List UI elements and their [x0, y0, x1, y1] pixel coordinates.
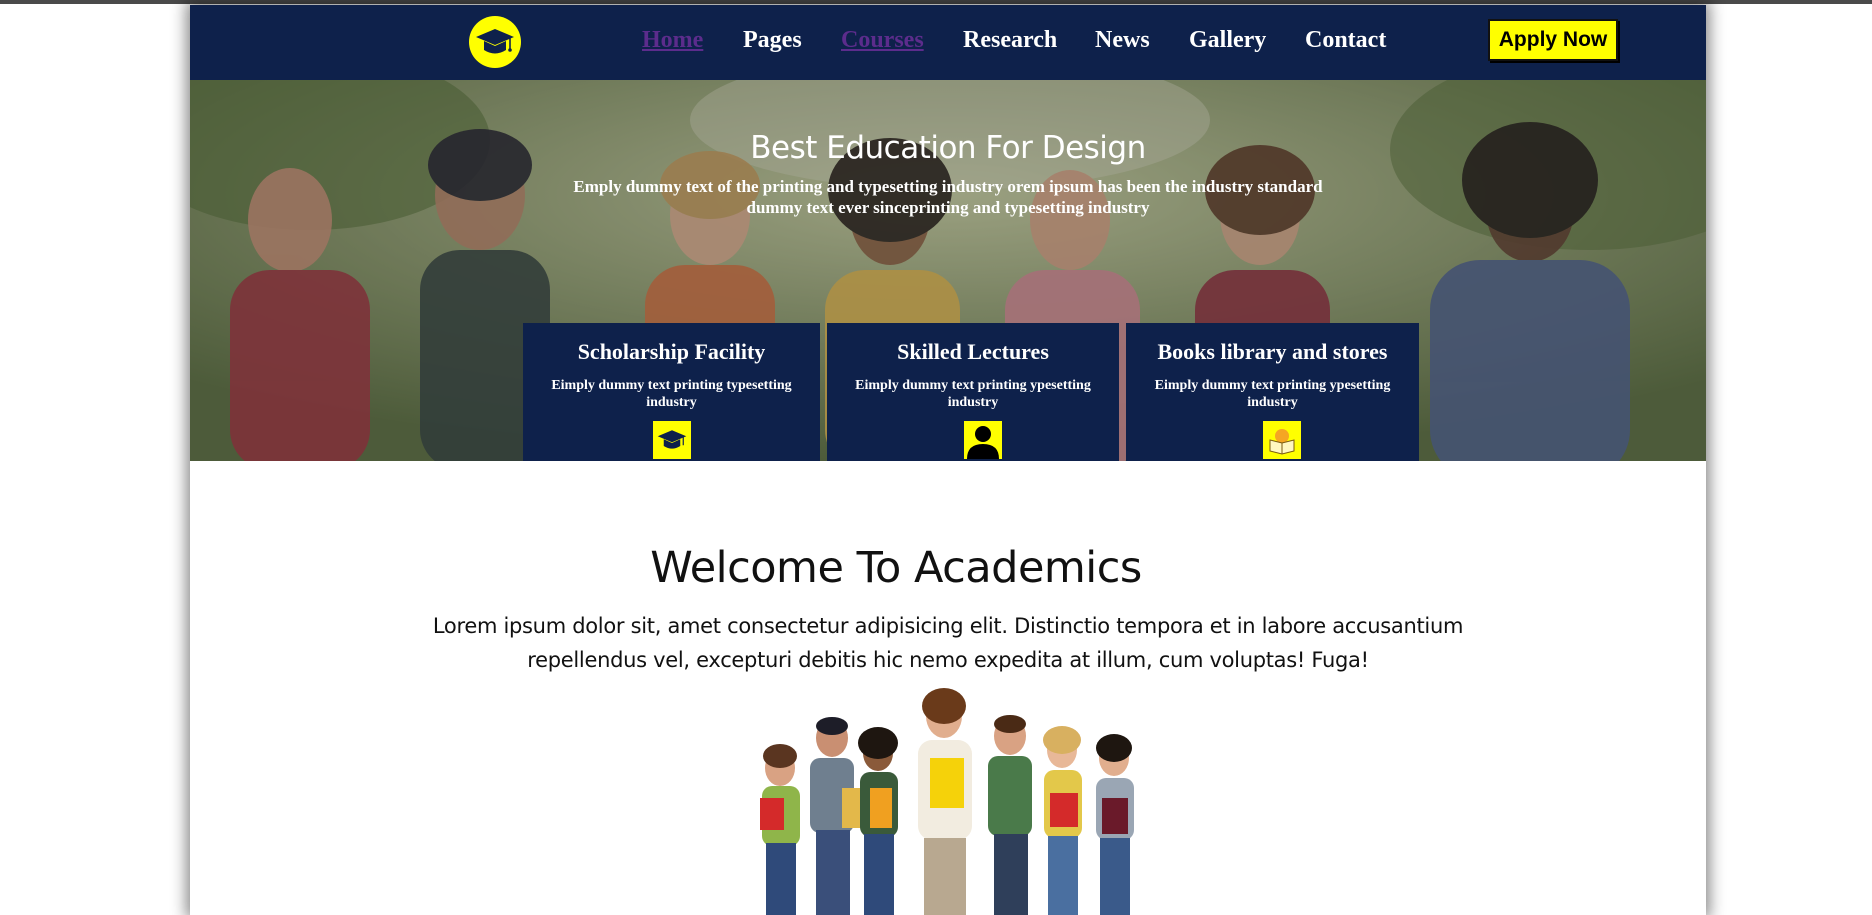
nav-research[interactable]: Research — [963, 27, 1057, 54]
hero-banner: Best Education For Design Emply dummy te… — [190, 80, 1706, 461]
book-icon — [1263, 421, 1301, 459]
nav-courses[interactable]: Courses — [841, 27, 924, 54]
feature-title: Skilled Lectures — [897, 339, 1049, 364]
feature-card-lectures[interactable]: Skilled Lectures Eimply dummy text print… — [827, 323, 1119, 461]
graduation-cap-icon — [476, 29, 514, 54]
feature-title: Scholarship Facility — [577, 339, 766, 364]
nav-home[interactable]: Home — [642, 27, 703, 54]
person-icon — [964, 421, 1002, 459]
feature-text: Eimply dummy text printing ypesetting in… — [855, 378, 1091, 410]
logo[interactable] — [469, 16, 521, 68]
feature-card-library[interactable]: Books library and stores Eimply dummy te… — [1126, 323, 1419, 461]
hero-subtitle-line-2: dummy text ever sinceprinting and typese… — [746, 198, 1150, 217]
hero-subtitle: Emply dummy text of the printing and typ… — [540, 176, 1356, 218]
feature-card-scholarship[interactable]: Scholarship Facility Eimply dummy text p… — [523, 323, 820, 461]
hero-subtitle-line-1: Emply dummy text of the printing and typ… — [573, 177, 1323, 196]
feature-text: Eimply dummy text printing ypesetting in… — [1154, 378, 1391, 410]
page-container: Home Pages Courses Research News Gallery… — [190, 5, 1706, 915]
hero-title: Best Education For Design — [750, 130, 1146, 166]
students-group-image — [760, 688, 1134, 915]
welcome-text-line-1: Lorem ipsum dolor sit, amet consectetur … — [432, 614, 1464, 638]
feature-title: Books library and stores — [1157, 339, 1388, 364]
navbar: Home Pages Courses Research News Gallery… — [190, 5, 1706, 80]
nav-news[interactable]: News — [1095, 27, 1150, 54]
apply-now-button[interactable]: Apply Now — [1488, 19, 1618, 61]
graduation-cap-icon — [653, 421, 691, 459]
window-top-border — [0, 0, 1872, 4]
welcome-text-line-2: repellendus vel, excepturi debitis hic n… — [527, 648, 1369, 672]
nav-gallery[interactable]: Gallery — [1189, 27, 1266, 54]
nav-contact[interactable]: Contact — [1305, 27, 1386, 54]
feature-text: Eimply dummy text printing typesetting i… — [551, 378, 792, 410]
welcome-text: Lorem ipsum dolor sit, amet consectetur … — [340, 609, 1556, 677]
nav-pages[interactable]: Pages — [743, 27, 802, 54]
welcome-title: Welcome To Academics — [650, 543, 1142, 593]
